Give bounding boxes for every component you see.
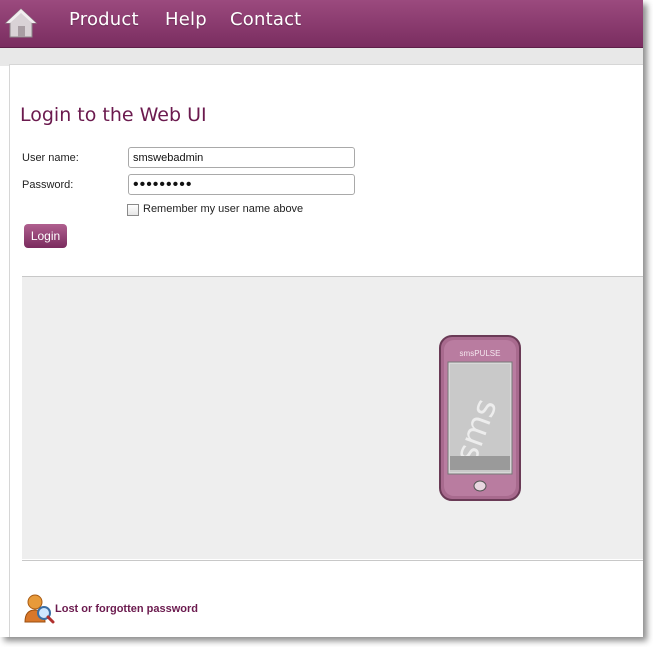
phone-illustration: smsPULSE sms [436, 334, 524, 502]
remember-label[interactable]: Remember my user name above [143, 203, 303, 215]
page-title: Login to the Web UI [20, 104, 207, 126]
browser-frame: Product Help Contact Login to the Web UI… [0, 0, 643, 637]
username-field[interactable] [128, 147, 355, 168]
username-label: User name: [22, 152, 79, 164]
user-search-icon[interactable] [23, 592, 55, 624]
phone-brand-text: smsPULSE [460, 349, 501, 358]
lost-password-link[interactable]: Lost or forgotten password [55, 603, 198, 615]
login-button[interactable]: Login [24, 224, 67, 248]
home-icon[interactable] [4, 6, 38, 40]
password-label: Password: [22, 179, 74, 191]
top-nav: Product Help Contact [0, 0, 643, 48]
password-field[interactable] [128, 174, 355, 195]
remember-checkbox[interactable] [127, 204, 139, 216]
nav-product[interactable]: Product [69, 9, 139, 30]
nav-help[interactable]: Help [165, 9, 207, 30]
divider-bottom [22, 560, 643, 561]
nav-contact[interactable]: Contact [230, 9, 301, 30]
illustration-panel [22, 277, 643, 559]
